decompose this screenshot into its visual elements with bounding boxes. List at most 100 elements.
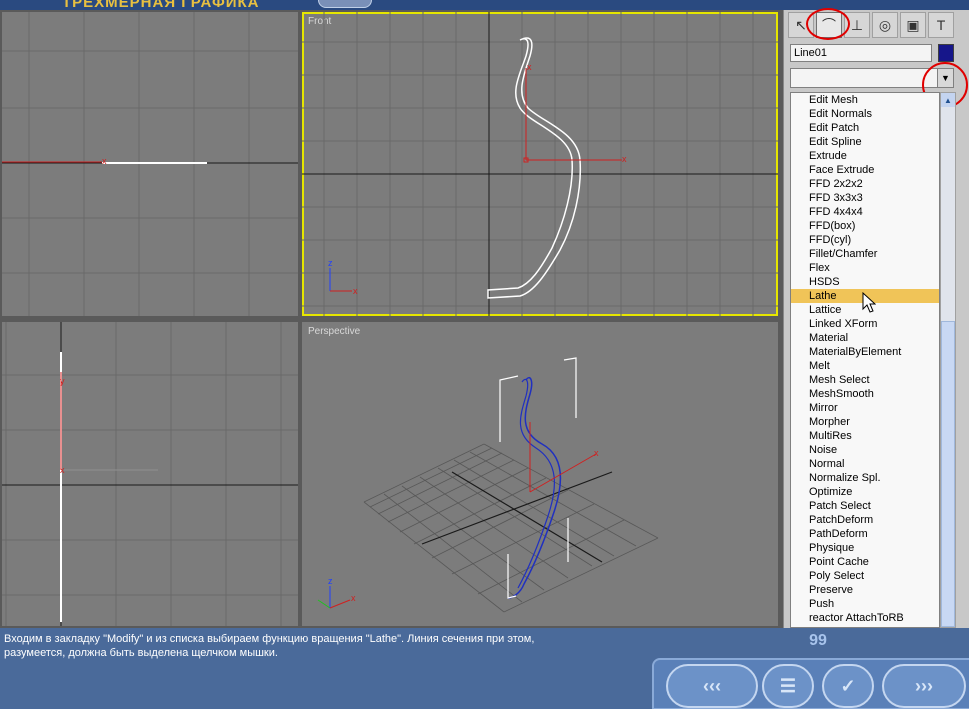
hierarchy-icon: ⊥ xyxy=(850,16,864,33)
forward-icon: ››› xyxy=(915,675,933,696)
modifier-list-scrollbar[interactable]: ▲ xyxy=(940,92,956,628)
rewind-icon: ‹‹‹ xyxy=(703,675,721,696)
create-tab[interactable]: ↖ xyxy=(788,12,814,38)
display-monitor-icon: ▣ xyxy=(906,16,920,33)
scroll-up-icon[interactable]: ▲ xyxy=(941,93,955,107)
modifier-item[interactable]: Normal xyxy=(791,457,939,471)
modifier-item[interactable]: Extrude xyxy=(791,149,939,163)
motion-wheel-icon: ◎ xyxy=(878,16,892,33)
dropdown-arrow-icon[interactable]: ▼ xyxy=(937,69,953,87)
modifier-list: Edit Mesh Edit Normals Edit Patch Edit Spli… xyxy=(790,92,940,628)
modifier-item[interactable]: Patch Select xyxy=(791,499,939,513)
modifier-item[interactable]: HSDS xyxy=(791,275,939,289)
modifier-item[interactable]: Preserve xyxy=(791,583,939,597)
bottom-bar: Входим в закладку "Modify" и из списка в… xyxy=(0,628,969,709)
menu-button[interactable]: ☰ xyxy=(762,664,814,708)
app-title: ТРЕХМЕРНАЯ ГРАФИКА xyxy=(62,0,260,10)
modifier-item[interactable]: Morpher xyxy=(791,415,939,429)
object-name-field[interactable]: Line01 xyxy=(790,44,932,62)
svg-text:y: y xyxy=(60,376,65,386)
modifier-item[interactable]: MeshSmooth xyxy=(791,387,939,401)
caption-line-1: Входим в закладку "Modify" и из списка в… xyxy=(4,633,535,645)
caption: Входим в закладку "Modify" и из списка в… xyxy=(4,632,644,660)
modifier-item[interactable]: PatchDeform xyxy=(791,513,939,527)
check-icon: ✓ xyxy=(840,675,856,696)
svg-text:x: x xyxy=(527,62,532,72)
title-knob xyxy=(318,0,372,8)
viewport-left[interactable]: y x xyxy=(2,322,298,626)
modifier-item[interactable]: Linked XForm xyxy=(791,317,939,331)
viewport-left-grid: y x xyxy=(2,322,298,626)
modifier-item[interactable]: MultiRes xyxy=(791,429,939,443)
modifier-item[interactable]: Optimize xyxy=(791,485,939,499)
viewport-area: x Front x x z x y x Perspective x z x xyxy=(0,10,783,628)
modifier-item[interactable]: Push xyxy=(791,597,939,611)
modifier-item[interactable]: reactor AttachToRB xyxy=(791,611,939,625)
viewport-top-grid: x xyxy=(2,12,298,316)
modifier-list-dropdown[interactable]: ▼ xyxy=(790,68,954,88)
modifier-item[interactable]: MaterialByElement xyxy=(791,345,939,359)
svg-text:x: x xyxy=(353,286,358,296)
modifier-item[interactable]: Melt xyxy=(791,359,939,373)
modifier-item[interactable]: Flex xyxy=(791,261,939,275)
bounding-box-bracket xyxy=(499,357,577,442)
page-number: 99 xyxy=(809,632,827,649)
modify-tab[interactable]: ⌒ xyxy=(816,12,842,38)
viewport-perspective-grid: x z x xyxy=(317,357,659,613)
first-page-button[interactable]: ‹‹‹ xyxy=(666,664,758,708)
perspective-spline-blue xyxy=(507,376,562,599)
object-color-swatch[interactable] xyxy=(938,44,954,62)
modifier-item[interactable]: Mesh Select xyxy=(791,373,939,387)
modifier-item[interactable]: Poly Select xyxy=(791,569,939,583)
modifier-item[interactable]: FFD 4x4x4 xyxy=(791,205,939,219)
modifier-item[interactable]: Noise xyxy=(791,443,939,457)
title-strip: ТРЕХМЕРНАЯ ГРАФИКА xyxy=(0,0,969,10)
perspective-axis-tripod: z x xyxy=(317,576,356,609)
modifier-item[interactable]: Face Extrude xyxy=(791,163,939,177)
modifier-item[interactable]: Physique xyxy=(791,541,939,555)
display-tab[interactable]: ▣ xyxy=(900,12,926,38)
viewport-top[interactable]: x xyxy=(2,12,298,316)
modifier-item[interactable]: FFD 2x2x2 xyxy=(791,177,939,191)
scroll-thumb[interactable] xyxy=(941,321,955,627)
modifier-item[interactable]: Normalize Spl. xyxy=(791,471,939,485)
modifier-item[interactable]: FFD 3x3x3 xyxy=(791,191,939,205)
mouse-cursor-icon xyxy=(862,292,876,313)
svg-text:z: z xyxy=(328,258,333,268)
viewport-front[interactable]: Front x x z x xyxy=(302,12,778,316)
utilities-tab[interactable]: T xyxy=(928,12,954,38)
modifier-item[interactable]: PathDeform xyxy=(791,527,939,541)
svg-text:z: z xyxy=(328,576,333,586)
modifier-item[interactable]: Mirror xyxy=(791,401,939,415)
modifier-item[interactable]: Edit Normals xyxy=(791,107,939,121)
check-button[interactable]: ✓ xyxy=(822,664,874,708)
x-axis-label: x xyxy=(102,156,107,166)
motion-tab[interactable]: ◎ xyxy=(872,12,898,38)
modifier-item[interactable]: FFD(cyl) xyxy=(791,233,939,247)
next-page-button[interactable]: ››› xyxy=(882,664,966,708)
caption-line-2: разумеется, должна быть выделена щелчком… xyxy=(4,647,278,659)
modifier-item[interactable]: Edit Patch xyxy=(791,121,939,135)
modifier-item[interactable]: Material xyxy=(791,331,939,345)
modifier-item[interactable]: Fillet/Chamfer xyxy=(791,247,939,261)
menu-icon: ☰ xyxy=(779,675,797,696)
utilities-hammer-icon: T xyxy=(936,17,946,33)
create-arrow-icon: ↖ xyxy=(795,16,807,33)
svg-text:x: x xyxy=(622,154,627,164)
command-panel: ↖ ⌒ ⊥ ◎ ▣ T Line01 ▼ Edit Mesh Edit Norma… xyxy=(783,8,969,628)
svg-text:x: x xyxy=(594,448,599,458)
spline-profile xyxy=(487,37,582,299)
modifier-item[interactable]: FFD(box) xyxy=(791,219,939,233)
modify-bend-icon: ⌒ xyxy=(822,17,836,33)
viewport-front-grid: x x z x xyxy=(302,12,778,316)
modifier-item[interactable]: Point Cache xyxy=(791,555,939,569)
perspective-ground-grid xyxy=(363,443,659,613)
viewport-perspective[interactable]: Perspective x z x xyxy=(302,322,778,626)
modifier-item[interactable]: Edit Mesh xyxy=(791,93,939,107)
hierarchy-tab[interactable]: ⊥ xyxy=(844,12,870,38)
command-tabs: ↖ ⌒ ⊥ ◎ ▣ T xyxy=(788,12,966,38)
modifier-item[interactable]: Edit Spline xyxy=(791,135,939,149)
front-axis-tripod: z x xyxy=(328,258,358,296)
modifier-dropdown-value xyxy=(791,73,794,85)
screen: ТРЕХМЕРНАЯ ГРАФИКА x Front x x z x y x P… xyxy=(0,0,969,709)
